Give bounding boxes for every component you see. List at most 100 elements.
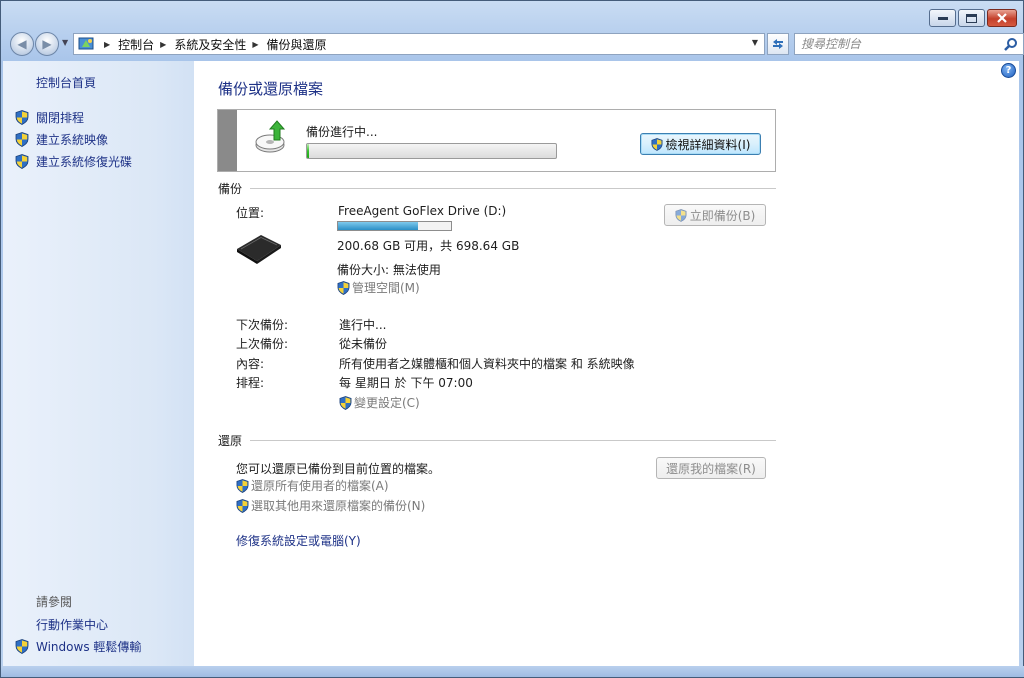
drive-capacity-bar [337,221,452,231]
back-button[interactable]: ◀ [10,32,34,56]
restore-all-users-link[interactable]: 還原所有使用者的檔案(A) [236,477,389,494]
breadcrumb-backup-restore[interactable]: 備份與還原 [267,36,327,53]
forward-button[interactable]: ▶ [35,32,59,56]
last-backup-label: 上次備份: [236,337,289,351]
breadcrumb-control-panel[interactable]: 控制台 [118,36,154,53]
maximize-button[interactable] [958,9,985,27]
sidebar-item-label: 關閉排程 [36,110,85,125]
external-drive-icon [237,235,281,264]
control-panel-icon [78,37,94,50]
sidebar-item-turn-off-schedule[interactable]: 關閉排程 [15,106,132,128]
manage-space-link[interactable]: 管理空間(M) [337,279,420,296]
backup-section-header: 備份 [218,180,776,197]
progress-panel-strip [218,110,237,171]
restore-section-header: 還原 [218,432,776,449]
uac-shield-icon [236,478,249,493]
breadcrumb-separator[interactable]: ▶ [160,40,166,49]
sidebar: 控制台首頁 關閉排程 建立系統映像 建立系統修復光碟 請參閱 行動作業中心 Wi… [3,61,194,668]
control-panel-home-link[interactable]: 控制台首頁 [36,74,96,91]
page-title: 備份或還原檔案 [218,80,324,98]
back-arrow-icon: ◀ [17,37,27,51]
backup-progress-bar [306,143,557,159]
search-input[interactable] [795,34,995,54]
close-button[interactable] [987,9,1017,27]
sidebar-item-create-repair-disc[interactable]: 建立系統修復光碟 [15,150,132,172]
sidebar-item-label: 建立系統映像 [36,132,109,147]
sidebar-tasks: 關閉排程 建立系統映像 建立系統修復光碟 [15,106,132,172]
sidebar-item-label: 建立系統修復光碟 [36,154,133,169]
last-backup-value: 從未備份 [339,337,388,351]
uac-shield-icon [15,638,29,654]
backup-now-button[interactable]: 立即備份(B) [664,204,766,226]
breadcrumb-separator[interactable]: ▶ [252,40,258,49]
window-bottom-border [1,666,1024,677]
change-settings-link[interactable]: 變更設定(C) [339,394,420,411]
address-bar[interactable]: ▶ 控制台 ▶ 系統及安全性 ▶ 備份與還原 ▼ [73,33,765,55]
breadcrumb-separator: ▶ [104,39,111,49]
drive-name: FreeAgent GoFlex Drive (D:) [338,204,507,218]
restore-my-files-label: 還原我的檔案(R) [666,461,756,476]
recover-system-link[interactable]: 修復系統設定或電腦(Y) [236,532,361,549]
backup-size-text: 備份大小: 無法使用 [337,263,441,277]
navigation-bar: ◀ ▶ ▼ ▶ 控制台 ▶ 系統及安全性 ▶ 備份與還原 ▼ [7,30,1024,58]
sidebar-item-windows-easy-transfer[interactable]: Windows 輕鬆傳輸 [15,635,141,657]
select-other-backup-link[interactable]: 選取其他用來還原檔案的備份(N) [236,497,425,514]
section-divider [250,188,776,189]
recent-pages-dropdown[interactable]: ▼ [62,38,68,47]
contents-label: 內容: [236,357,265,371]
uac-shield-icon [15,153,29,169]
sidebar-item-label: 行動作業中心 [36,617,109,632]
uac-shield-icon [337,280,350,295]
view-details-button[interactable]: 檢視詳細資料(I) [640,133,761,155]
forward-arrow-icon: ▶ [42,37,52,51]
change-settings-label: 變更設定(C) [354,396,420,410]
breadcrumb-system-security[interactable]: 系統及安全性 [174,36,246,53]
address-dropdown-icon[interactable]: ▼ [752,38,758,47]
window-buttons [929,9,1017,27]
backup-progress-fill [307,144,310,158]
location-label: 位置: [236,206,265,220]
next-backup-label: 下次備份: [236,318,289,332]
backup-now-label: 立即備份(B) [689,208,756,223]
search-icon[interactable] [1004,37,1018,51]
search-box[interactable] [794,33,1024,55]
restore-description: 您可以還原已備份到目前位置的檔案。 [236,462,441,476]
drive-capacity-text: 200.68 GB 可用，共 698.64 GB [337,239,520,253]
uac-shield-icon [675,208,687,222]
uac-shield-icon [236,498,249,513]
restore-all-users-label: 還原所有使用者的檔案(A) [251,479,389,493]
uac-shield-icon [15,131,29,147]
maximize-icon [966,13,977,23]
restore-section-title: 還原 [218,434,243,448]
manage-space-label: 管理空間(M) [352,281,420,295]
refresh-icon [773,39,783,49]
contents-value: 所有使用者之媒體櫃和個人資料夾中的檔案 和 系統映像 [339,357,635,371]
sidebar-item-label: Windows 輕鬆傳輸 [36,639,142,654]
schedule-label: 排程: [236,376,265,390]
see-also-list: 行動作業中心 Windows 輕鬆傳輸 [15,613,141,657]
help-icon[interactable]: ? [1001,63,1016,78]
restore-my-files-button[interactable]: 還原我的檔案(R) [656,457,766,479]
refresh-button[interactable] [767,33,789,55]
minimize-button[interactable] [929,9,956,27]
drive-capacity-fill [338,222,419,230]
view-details-label: 檢視詳細資料(I) [665,137,751,152]
uac-shield-icon [651,137,663,151]
close-icon [997,13,1007,23]
select-other-backup-label: 選取其他用來還原檔案的備份(N) [251,499,426,513]
uac-shield-icon [339,395,352,410]
sidebar-item-create-system-image[interactable]: 建立系統映像 [15,128,132,150]
minimize-icon [937,17,948,20]
schedule-value: 每 星期日 於 下午 07:00 [339,376,473,390]
backup-progress-panel: 備份進行中... 檢視詳細資料(I) [217,109,776,172]
sidebar-item-action-center[interactable]: 行動作業中心 [15,613,141,635]
backup-section-title: 備份 [218,182,243,196]
next-backup-value: 進行中... [339,318,387,332]
uac-shield-icon [15,109,29,125]
backup-in-progress-icon [255,120,286,153]
main-content: ? 備份或還原檔案 備份進行中... 檢視詳細資料(I) 備份 位置: Free… [194,61,1019,668]
section-divider [250,440,776,441]
progress-status-text: 備份進行中... [306,125,378,139]
see-also-heading: 請參閱 [36,595,73,609]
window: ◀ ▶ ▼ ▶ 控制台 ▶ 系統及安全性 ▶ 備份與還原 ▼ 控制台首頁 [0,0,1024,678]
